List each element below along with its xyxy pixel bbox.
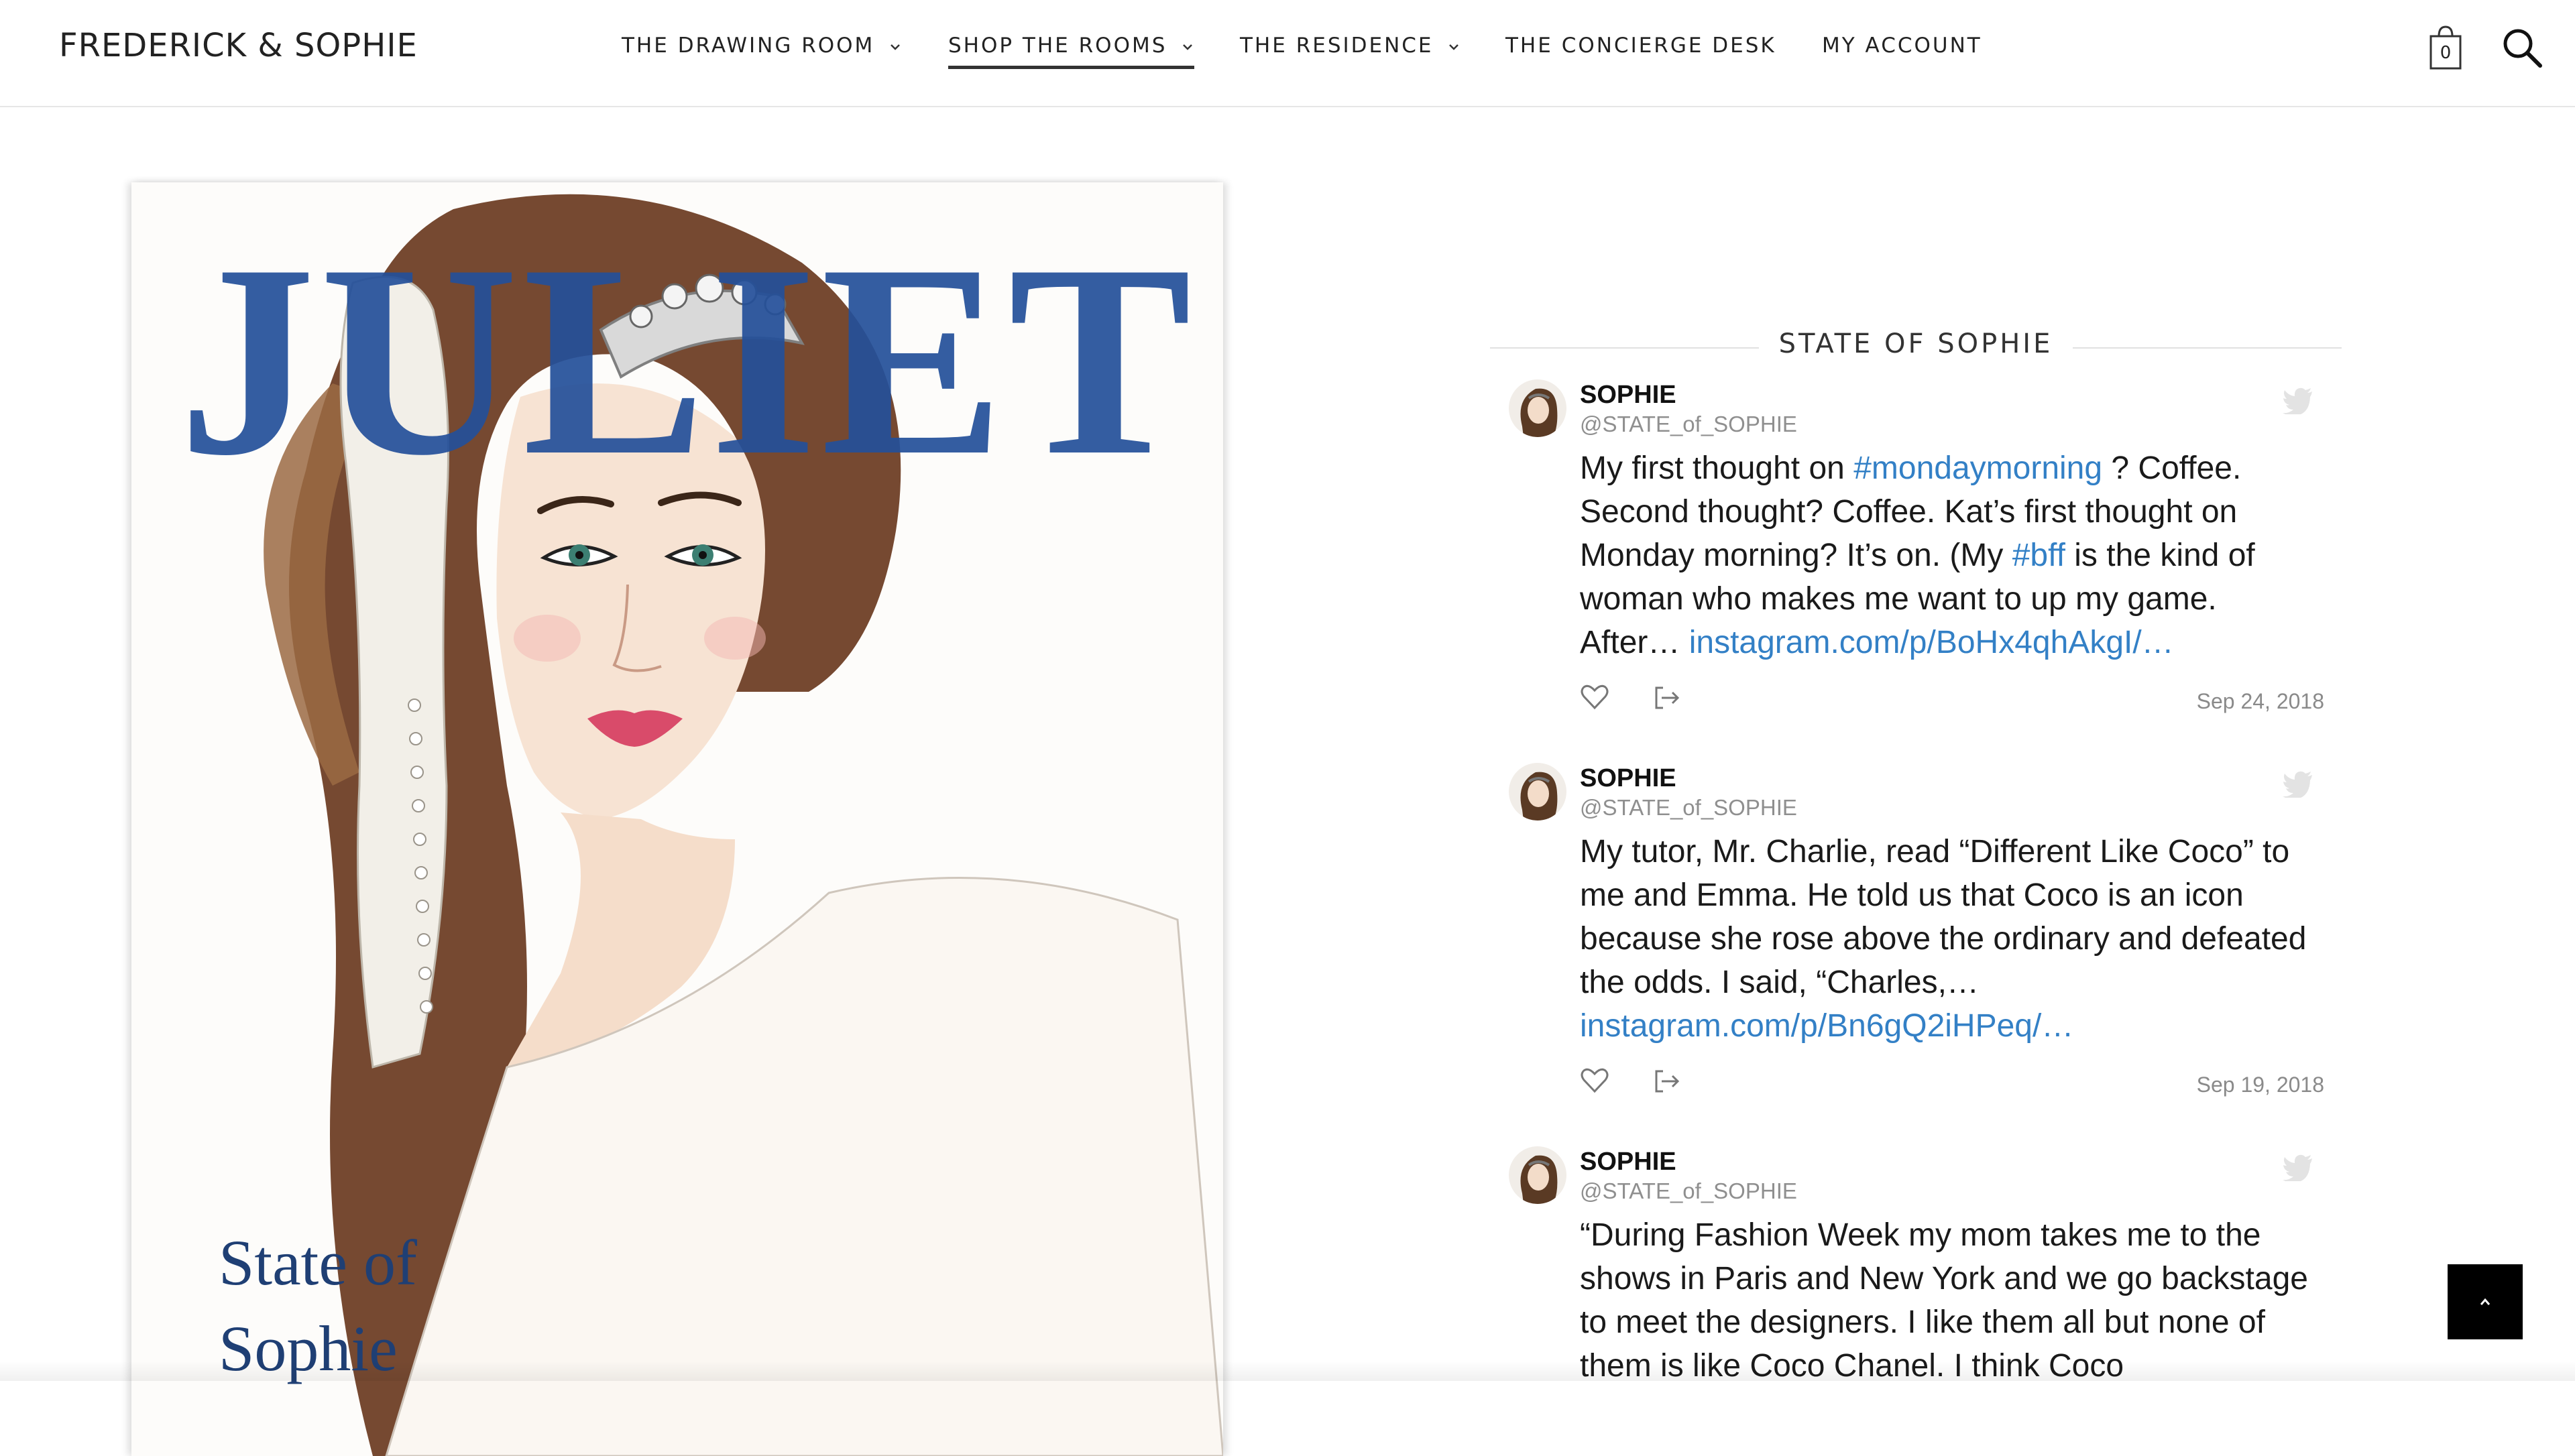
- twitter-bird-icon[interactable]: [2283, 1154, 2313, 1181]
- chevron-down-icon: [891, 44, 901, 50]
- search-button[interactable]: [2501, 27, 2543, 68]
- chevron-down-icon: [1183, 44, 1193, 50]
- feed-title-text: STATE OF SOPHIE: [1758, 328, 2073, 359]
- nav-item-concierge-desk[interactable]: THE CONCIERGE DESK: [1505, 34, 1776, 58]
- chevron-up-icon: [2480, 1298, 2491, 1305]
- tweet-text: My first thought on #mondaymorning ? Cof…: [1580, 446, 2311, 664]
- avatar-portrait: [1520, 772, 1558, 821]
- tweet-text-run: My first thought on: [1580, 450, 1854, 486]
- share-icon[interactable]: [1652, 1066, 1682, 1095]
- hashtag-link[interactable]: #bff: [2012, 538, 2065, 573]
- tweet-handle[interactable]: @STATE_of_SOPHIE: [1580, 795, 1797, 821]
- tweet-date[interactable]: Sep 24, 2018: [2197, 689, 2324, 714]
- tweet-actions: Sep 19, 2018: [1580, 1066, 2324, 1099]
- tweet-author[interactable]: SOPHIE: [1580, 381, 1676, 410]
- tweet-card: SOPHIE @STATE_of_SOPHIE My tutor, Mr. Ch…: [1509, 763, 2327, 1111]
- tweet-handle[interactable]: @STATE_of_SOPHIE: [1580, 412, 1797, 437]
- twitter-bird-icon[interactable]: [2283, 771, 2313, 798]
- nav-item-residence[interactable]: THE RESIDENCE: [1240, 34, 1461, 58]
- tweet-actions: Sep 24, 2018: [1580, 682, 2324, 716]
- tweet-text: My tutor, Mr. Charlie, read “Different L…: [1580, 830, 2311, 1048]
- instagram-link[interactable]: instagram.com/p/Bn6gQ2iHPeq/…: [1580, 1008, 2073, 1044]
- back-to-top-button[interactable]: [2448, 1264, 2523, 1339]
- nav-label: SHOP THE ROOMS: [948, 34, 1167, 58]
- nav-label: MY ACCOUNT: [1822, 34, 1982, 58]
- avatar-portrait: [1520, 1155, 1558, 1204]
- tweet-handle[interactable]: @STATE_of_SOPHIE: [1580, 1178, 1797, 1204]
- feed-header: STATE OF SOPHIE: [1490, 322, 2342, 362]
- tweet-card: SOPHIE @STATE_of_SOPHIE “During Fashion …: [1509, 1146, 2327, 1381]
- avatar[interactable]: [1509, 379, 1566, 437]
- share-icon[interactable]: [1652, 682, 1682, 712]
- tweet-text-run: My tutor, Mr. Charlie, read “Different L…: [1580, 834, 2307, 1000]
- tweet-author[interactable]: SOPHIE: [1580, 1148, 1676, 1176]
- hashtag-link[interactable]: #mondaymorning: [1853, 450, 2102, 486]
- tweet-text: “During Fashion Week my mom takes me to …: [1580, 1213, 2311, 1381]
- cover-subtitle-line: State of: [219, 1227, 417, 1298]
- nav-label: THE RESIDENCE: [1240, 34, 1434, 58]
- feed-title: STATE OF SOPHIE: [1490, 328, 2342, 359]
- search-icon: [2503, 29, 2542, 68]
- heart-icon[interactable]: [1580, 1066, 1609, 1095]
- tweet-date[interactable]: Sep 19, 2018: [2197, 1073, 2324, 1097]
- instagram-link[interactable]: instagram.com/p/BoHx4qhAkgI/…: [1689, 625, 2174, 660]
- cart-button[interactable]: 0: [2429, 24, 2462, 71]
- site-header: FREDERICK & SOPHIE THE DRAWING ROOM SHOP…: [0, 0, 2575, 107]
- twitter-bird-icon[interactable]: [2283, 387, 2313, 414]
- avatar-portrait: [1520, 388, 1558, 437]
- nav-label: THE DRAWING ROOM: [622, 34, 875, 58]
- heart-icon[interactable]: [1580, 682, 1609, 712]
- main-nav: THE DRAWING ROOM SHOP THE ROOMS THE RESI…: [0, 34, 2575, 74]
- page-edge-shadow: [0, 1361, 2575, 1381]
- magazine-cover[interactable]: JULIET State of Sophie: [131, 182, 1223, 1456]
- cover-title: JULIET: [178, 208, 1196, 512]
- cart-count: 0: [2440, 43, 2452, 63]
- tweet-card: SOPHIE @STATE_of_SOPHIE My first thought…: [1509, 379, 2327, 728]
- avatar[interactable]: [1509, 1146, 1566, 1204]
- nav-item-drawing-room[interactable]: THE DRAWING ROOM: [622, 34, 902, 58]
- nav-item-my-account[interactable]: MY ACCOUNT: [1822, 34, 1982, 58]
- tweet-author[interactable]: SOPHIE: [1580, 764, 1676, 793]
- avatar[interactable]: [1509, 763, 1566, 821]
- nav-item-shop-the-rooms[interactable]: SHOP THE ROOMS: [948, 34, 1195, 69]
- chevron-down-icon: [1449, 44, 1459, 50]
- nav-label: THE CONCIERGE DESK: [1505, 34, 1776, 58]
- tweet-text-run: “During Fashion Week my mom takes me to …: [1580, 1217, 2308, 1381]
